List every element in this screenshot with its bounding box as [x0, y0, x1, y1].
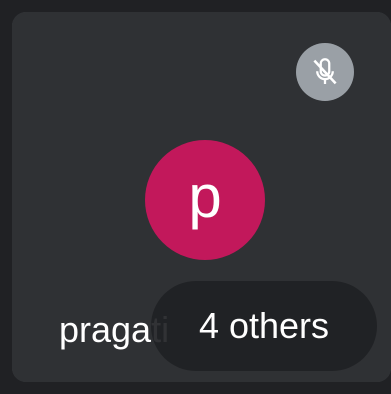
others-count-pill[interactable]: 4 others	[151, 281, 377, 371]
mic-muted-badge	[296, 43, 354, 101]
mic-off-icon	[313, 58, 337, 85]
participant-tile[interactable]: p pragati 4 others	[12, 12, 391, 382]
participant-avatar: p	[145, 140, 265, 260]
others-count-label: 4 others	[198, 305, 330, 346]
avatar-initial: p	[188, 163, 222, 230]
